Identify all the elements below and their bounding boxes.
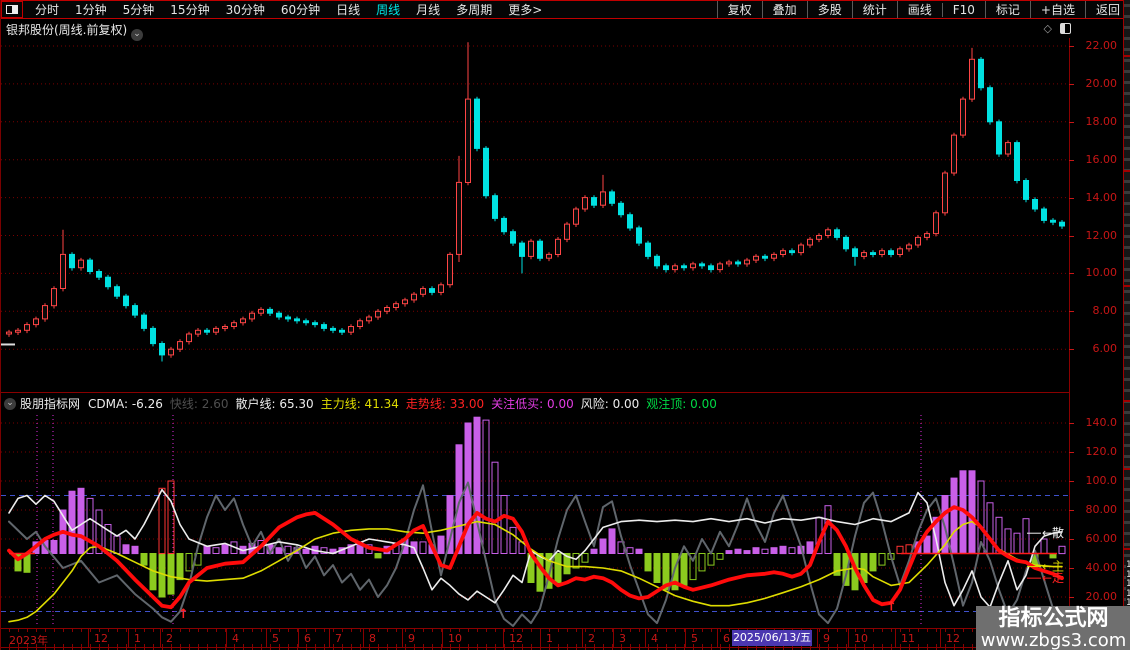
- period-tab-4[interactable]: 30分钟: [218, 1, 273, 18]
- date-label: 12: [509, 632, 523, 645]
- period-tab-9[interactable]: 多周期: [448, 1, 500, 18]
- date-label: 11: [901, 632, 915, 645]
- indicator-values: CDMA: -6.26 快线: 2.60 散户线: 65.30 主力线: 41.34 走…: [88, 395, 724, 412]
- date-label: 2: [588, 632, 595, 645]
- diamond-icon[interactable]: ◇: [1044, 22, 1052, 35]
- indicator-header: ⌄ 股朋指标网 CDMA: -6.26 快线: 2.60 散户线: 65.30 主力线…: [1, 392, 1069, 414]
- axis-label: 10.00: [1085, 266, 1118, 280]
- window-icon[interactable]: [1, 1, 23, 18]
- svg-text:←走: ←走: [1042, 571, 1064, 585]
- axis-label: 60.00: [1085, 532, 1118, 545]
- axis-label: 18.00: [1085, 114, 1118, 128]
- selected-date-badge: 2025/06/13/五: [732, 630, 812, 646]
- indicator-field-3: 主力线: 41.34: [320, 397, 399, 411]
- chevron-down-icon[interactable]: ⌄: [4, 397, 16, 410]
- axis-label: 40.00: [1085, 561, 1118, 574]
- date-label: 2: [166, 632, 173, 645]
- trading-app-window: 分时 1分钟 5分钟 15分钟 30分钟 60分钟 日线 周线 月线 多周期 更多> 复权 叠加 多股统…: [0, 0, 1130, 650]
- period-tab-7[interactable]: 周线: [368, 1, 408, 18]
- date-label: 4: [232, 632, 239, 645]
- date-label: 5: [272, 632, 279, 645]
- axis-label: 6.00: [1092, 342, 1118, 356]
- toolbar-action-4[interactable]: 画线: [896, 1, 942, 18]
- watermark: 指标公式网 www.zbgs3.com: [976, 606, 1130, 650]
- period-tab-3[interactable]: 15分钟: [162, 1, 217, 18]
- toolbar-action-2[interactable]: 多股: [806, 1, 852, 18]
- axis-label: 8.00: [1092, 304, 1118, 318]
- date-label: 9: [408, 632, 415, 645]
- toolbar-action-5[interactable]: F10: [941, 2, 985, 17]
- toolbar-action-3[interactable]: 统计: [851, 1, 897, 18]
- svg-text:↑: ↑: [178, 607, 189, 622]
- indicator-field-1: 快线: 2.60: [169, 397, 229, 411]
- price-axis-line: [1069, 38, 1070, 648]
- date-label: 10: [448, 632, 462, 645]
- indicator-field-2: 散户线: 65.30: [235, 397, 314, 411]
- axis-label: 20.00: [1085, 590, 1118, 603]
- date-label: 2023年: [9, 634, 48, 647]
- indicator-field-7: 观注顶: 0.00: [646, 397, 717, 411]
- period-tab-0[interactable]: 分时: [27, 1, 67, 18]
- axis-label: 100.0: [1085, 474, 1118, 487]
- clipped-price-digit: 1: [1126, 588, 1130, 599]
- clipped-price-digit: 1: [1126, 569, 1130, 580]
- period-tab-1[interactable]: 1分钟: [67, 1, 115, 18]
- period-tabs: 分时 1分钟 5分钟 15分钟 30分钟 60分钟 日线 周线 月线 多周期 更多>: [27, 1, 550, 18]
- indicator-field-4: 走势线: 33.00: [405, 397, 485, 411]
- date-label: 9: [823, 632, 830, 645]
- date-label: 5: [691, 632, 698, 645]
- toolbar-action-7[interactable]: +自选: [1029, 1, 1085, 18]
- axis-label: 22.00: [1085, 39, 1118, 52]
- period-tab-6[interactable]: 日线: [328, 1, 368, 18]
- axis-label: 80.00: [1085, 503, 1118, 516]
- toolbar-action-1[interactable]: 叠加: [761, 1, 807, 18]
- indicator-panel-chart[interactable]: ↑ ↑←散←主←走: [1, 413, 1069, 628]
- date-label: 4: [651, 632, 658, 645]
- indicator-source-label: 股朋指标网: [20, 397, 81, 411]
- panel-layout-icon[interactable]: [1060, 23, 1071, 34]
- watermark-url: www.zbgs3.com: [980, 630, 1127, 650]
- date-label: 10: [854, 632, 868, 645]
- indicator-field-0: CDMA: -6.26: [88, 397, 163, 411]
- date-label: 12: [946, 632, 960, 645]
- period-toolbar: 分时 1分钟 5分钟 15分钟 30分钟 60分钟 日线 周线 月线 多周期 更多> 复权 叠加 多股统…: [1, 0, 1130, 19]
- period-tab-2[interactable]: 5分钟: [115, 1, 163, 18]
- indicator-field-6: 风险: 0.00: [580, 397, 640, 411]
- date-label: 3: [619, 632, 626, 645]
- clipped-price-digit: 1: [1126, 579, 1130, 589]
- svg-text:←散: ←散: [1042, 525, 1064, 540]
- title-row: 银邦股份(周线.前复权) ⌄ ◇: [1, 19, 1130, 41]
- svg-text:↑: ↑: [886, 600, 897, 615]
- clipped-price-digit: 1: [1126, 560, 1130, 570]
- date-label: 6: [304, 632, 311, 645]
- date-label: 6: [723, 632, 730, 645]
- axis-label: 120.0: [1085, 445, 1118, 458]
- right-edge-panel-strip: 1111111: [1123, 0, 1130, 650]
- date-label: 7: [335, 632, 342, 645]
- toolbar-right-actions: 复权 叠加 多股 统计 画线 F10 标记 +自选 返回: [716, 1, 1130, 18]
- indicator-field-5: 关注低买: 0.00: [491, 397, 574, 411]
- axis-label: 12.00: [1085, 228, 1118, 242]
- date-label: 12: [94, 632, 108, 645]
- axis-label: 140.0: [1085, 416, 1118, 429]
- date-label: 1: [546, 632, 553, 645]
- period-tab-8[interactable]: 月线: [408, 1, 448, 18]
- date-label: 8: [369, 632, 376, 645]
- axis-label: 20.00: [1085, 76, 1118, 90]
- watermark-site-name: 指标公式网: [998, 606, 1109, 631]
- period-tab-5[interactable]: 60分钟: [273, 1, 328, 18]
- date-label: 1: [134, 632, 141, 645]
- period-tab-10[interactable]: 更多>: [500, 1, 550, 18]
- axis-label: 14.00: [1085, 190, 1118, 204]
- main-candlestick-chart[interactable]: [1, 38, 1069, 392]
- toolbar-action-0[interactable]: 复权: [716, 1, 762, 18]
- axis-label: 16.00: [1085, 152, 1118, 166]
- toolbar-action-6[interactable]: 标记: [984, 1, 1030, 18]
- date-axis: 2023年 12 1 2 4 5 6 7 8 9 10 12 1 2 3 4 5 6 9 10 11 12 2025/06…: [1, 628, 1069, 648]
